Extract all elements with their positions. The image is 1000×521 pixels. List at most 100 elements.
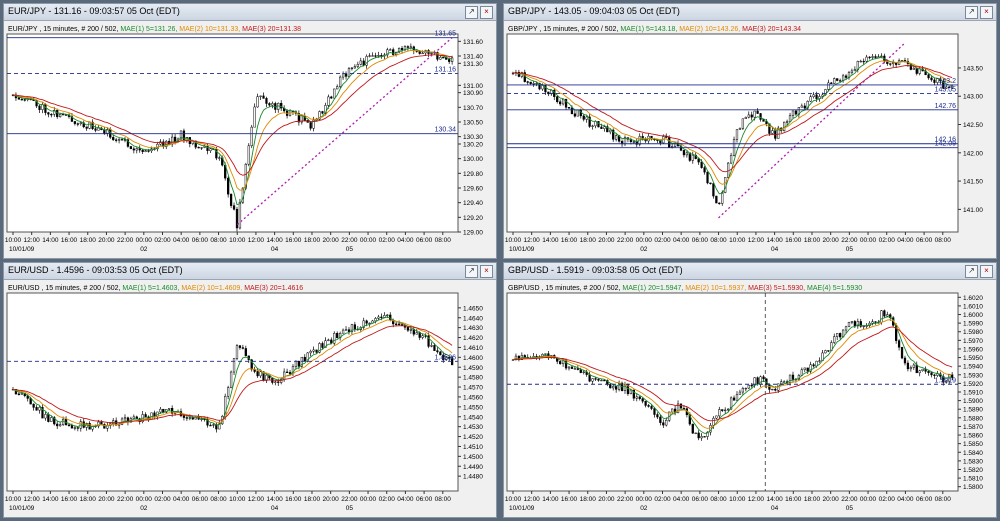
restore-window-icon[interactable]: ↗ <box>965 265 978 278</box>
candle-body <box>247 145 250 165</box>
y-tick-label: 129.00 <box>463 230 483 237</box>
y-tick-label: 130.90 <box>463 90 483 97</box>
candle-body <box>244 348 247 357</box>
candle-body <box>886 314 889 317</box>
chart-legend: EUR/JPY , 15 minutes, # 200 / 502, MAE(1… <box>8 26 301 33</box>
y-tick-label: 1.5810 <box>963 476 983 483</box>
chart-svg[interactable]: EUR/USD , 15 minutes, # 200 / 502, MAE(1… <box>4 279 496 517</box>
candle-body <box>268 103 271 106</box>
candle-body <box>603 126 606 129</box>
candle-body <box>229 193 233 206</box>
candle-body <box>747 114 750 118</box>
y-tick-label: 1.4600 <box>463 355 483 362</box>
legend-info: EUR/JPY , 15 minutes, # 200 / 502, <box>8 26 120 33</box>
candle-body <box>591 125 594 127</box>
candle-body <box>159 408 162 413</box>
candle-body <box>750 384 753 387</box>
candle-body <box>900 60 904 62</box>
x-tick-label: 02:00 <box>654 496 671 503</box>
candle-body <box>94 128 97 131</box>
y-tick-label: 1.6020 <box>963 295 983 302</box>
panel-title-bar[interactable]: EUR/JPY - 131.16 - 09:03:57 05 Oct (EDT)… <box>4 4 496 21</box>
y-tick-label: 131.00 <box>463 83 483 90</box>
y-tick-label: 1.4580 <box>463 375 483 382</box>
x-tick-label: 20:00 <box>823 237 840 244</box>
restore-window-icon[interactable]: ↗ <box>965 6 978 19</box>
panel-title-bar[interactable]: EUR/USD - 1.4596 - 09:03:53 05 Oct (EDT)… <box>4 263 496 280</box>
x-tick-label: 02:00 <box>654 237 671 244</box>
x-tick-label: 06:00 <box>916 237 933 244</box>
candle-body <box>721 409 724 411</box>
candle-body <box>641 398 644 402</box>
y-tick-label: 130.30 <box>463 134 483 141</box>
chart-panel-1[interactable]: EUR/JPY - 131.16 - 09:03:57 05 Oct (EDT)… <box>3 3 497 259</box>
candle-body <box>20 393 23 395</box>
y-tick-label: 1.4570 <box>463 385 483 392</box>
chart-svg[interactable]: EUR/JPY , 15 minutes, # 200 / 502, MAE(1… <box>4 20 496 258</box>
y-tick-label: 131.30 <box>463 61 483 68</box>
candle-body <box>930 372 933 376</box>
candle-body <box>406 327 410 331</box>
close-window-icon[interactable]: × <box>980 6 993 19</box>
candle-body <box>288 372 292 375</box>
candle-body <box>421 52 424 54</box>
candle-body <box>735 129 739 140</box>
y-tick-label: 1.4530 <box>463 424 483 431</box>
close-window-icon[interactable]: × <box>980 265 993 278</box>
candle-body <box>285 371 289 373</box>
close-window-icon[interactable]: × <box>480 6 493 19</box>
candle-body <box>529 81 532 84</box>
x-tick-label: 02:00 <box>879 496 896 503</box>
chart-panel-2[interactable]: GBP/JPY - 143.05 - 09:04:03 05 Oct (EDT)… <box>503 3 997 259</box>
candle-body <box>112 137 115 141</box>
candle-body <box>171 136 174 145</box>
candle-body <box>600 126 603 129</box>
chart-panel-3[interactable]: EUR/USD - 1.4596 - 09:03:53 05 Oct (EDT)… <box>3 262 497 518</box>
y-tick-label: 1.4480 <box>463 474 483 481</box>
date-label: 10/01/09 <box>509 505 535 512</box>
x-tick-label: 18:00 <box>80 237 97 244</box>
candle-body <box>721 192 724 204</box>
candle-body <box>50 417 53 422</box>
date-label: 10/01/09 <box>9 505 35 512</box>
candle-body <box>771 130 774 134</box>
candle-body <box>120 139 124 141</box>
candle-body <box>91 426 94 430</box>
candle-body <box>906 362 910 370</box>
candle-body <box>783 121 786 131</box>
candle-body <box>603 379 606 382</box>
candle-body <box>591 378 594 382</box>
candle-body <box>579 369 582 373</box>
x-tick-label: 08:00 <box>210 496 227 503</box>
panel-title-bar[interactable]: GBP/USD - 1.5919 - 09:03:58 05 Oct (EDT)… <box>504 263 996 280</box>
chart-svg[interactable]: GBP/JPY , 15 minutes, # 200 / 502, MAE(1… <box>504 20 996 258</box>
candle-body <box>889 63 892 65</box>
x-tick-label: 02:00 <box>154 496 171 503</box>
candle-body <box>656 414 659 418</box>
candle-body <box>903 357 907 364</box>
candle-body <box>853 321 857 327</box>
panel-title-bar[interactable]: GBP/JPY - 143.05 - 09:04:03 05 Oct (EDT)… <box>504 4 996 21</box>
candle-body <box>653 408 656 415</box>
chart-svg[interactable]: GBP/USD , 15 minutes, # 200 / 502, MAE(1… <box>504 279 996 517</box>
candle-body <box>256 96 259 108</box>
restore-window-icon[interactable]: ↗ <box>465 6 478 19</box>
candle-body <box>859 60 862 63</box>
candle-body <box>697 432 700 439</box>
candle-body <box>368 322 371 325</box>
candle-body <box>238 201 242 229</box>
x-tick-label: 14:00 <box>42 237 59 244</box>
chart-panel-4[interactable]: GBP/USD - 1.5919 - 09:03:58 05 Oct (EDT)… <box>503 262 997 518</box>
level-label: 142.76 <box>935 103 957 110</box>
close-window-icon[interactable]: × <box>480 265 493 278</box>
x-tick-label: 00:00 <box>860 496 877 503</box>
candle-body <box>915 67 918 74</box>
legend-info: EUR/USD , 15 minutes, # 200 / 502, <box>8 285 122 292</box>
candle-body <box>567 107 571 109</box>
y-tick-label: 1.5900 <box>963 398 983 405</box>
candle-body <box>803 367 806 371</box>
candle-body <box>182 415 186 418</box>
y-tick-label: 1.6010 <box>963 303 983 310</box>
restore-window-icon[interactable]: ↗ <box>465 265 478 278</box>
candle-body <box>365 320 368 324</box>
